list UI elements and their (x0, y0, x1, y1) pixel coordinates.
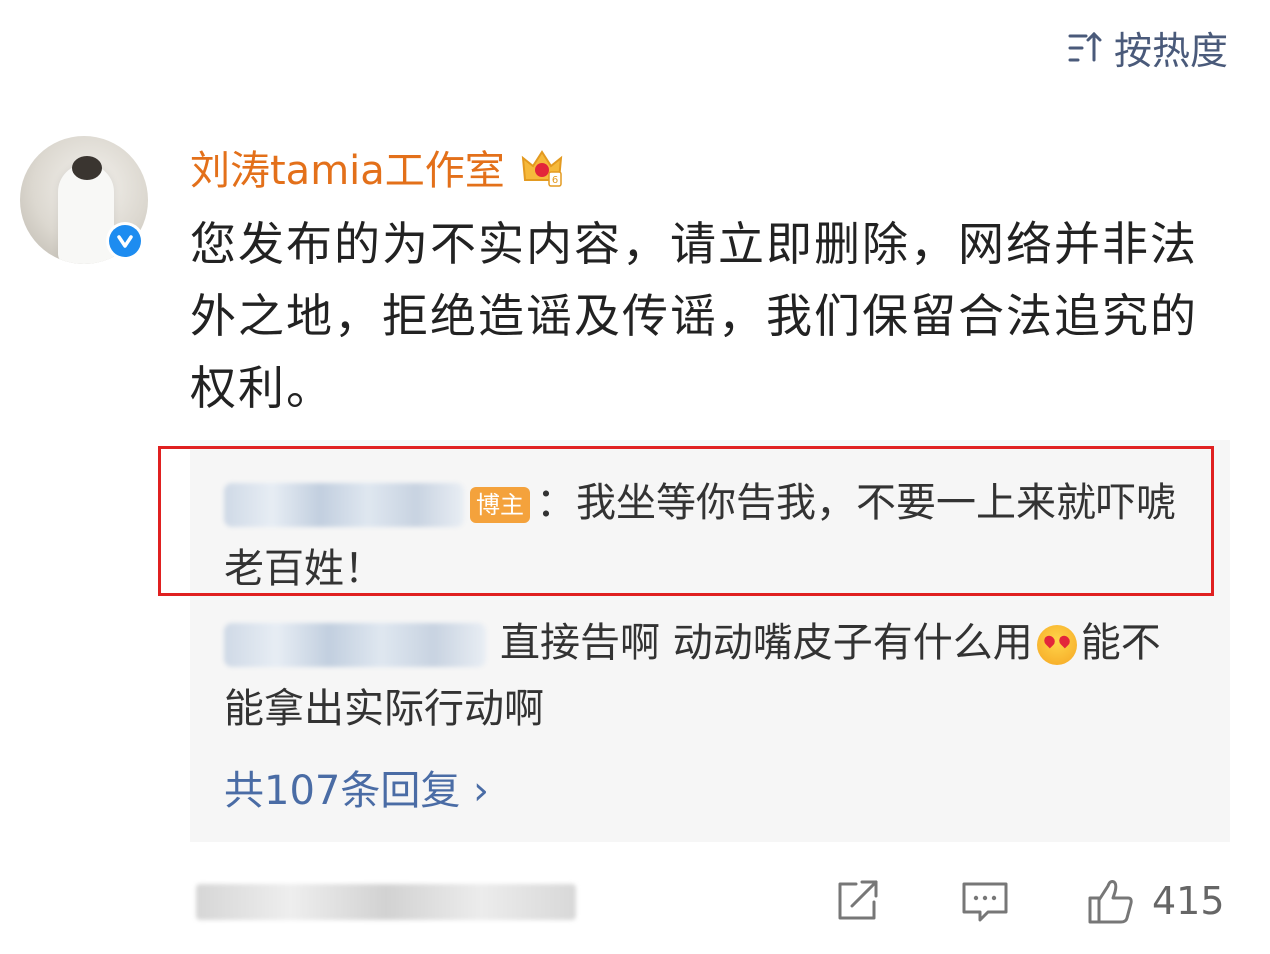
svg-text:6: 6 (552, 175, 558, 186)
verified-icon (106, 222, 144, 260)
share-icon (838, 880, 878, 920)
share-button[interactable] (832, 876, 882, 926)
comment-icon (962, 882, 1008, 922)
reply-item[interactable]: 直接告啊 动动嘴皮子有什么用 能不能拿出实际行动啊 (224, 610, 1184, 742)
more-replies-link[interactable]: 共107条回复 › (224, 758, 489, 816)
sort-label: 按热度 (1113, 29, 1228, 73)
like-button[interactable]: 415 (1086, 876, 1225, 926)
blurred-timestamp (196, 884, 576, 920)
comment-button[interactable] (960, 876, 1010, 926)
heart-eyes-emoji (1036, 625, 1077, 665)
like-icon (1088, 880, 1133, 924)
sort-icon (1068, 31, 1102, 61)
author-name[interactable]: 刘涛tamia工作室 (190, 138, 505, 196)
highlight-box (158, 446, 1214, 596)
sort-by-hot-button[interactable]: 按热度 (1066, 20, 1228, 75)
post-text: 您发布的为不实内容，请立即删除，网络并非法外之地，拒绝造谣及传谣，我们保留合法追… (190, 217, 1198, 415)
like-count: 415 (1152, 879, 1225, 923)
blurred-username (224, 623, 486, 667)
reply-text: 直接告啊 动动嘴皮子有什么用 (500, 620, 1033, 666)
post-author[interactable]: 刘涛tamia工作室 6 (190, 138, 565, 196)
crown-badge-icon: 6 (521, 150, 563, 187)
